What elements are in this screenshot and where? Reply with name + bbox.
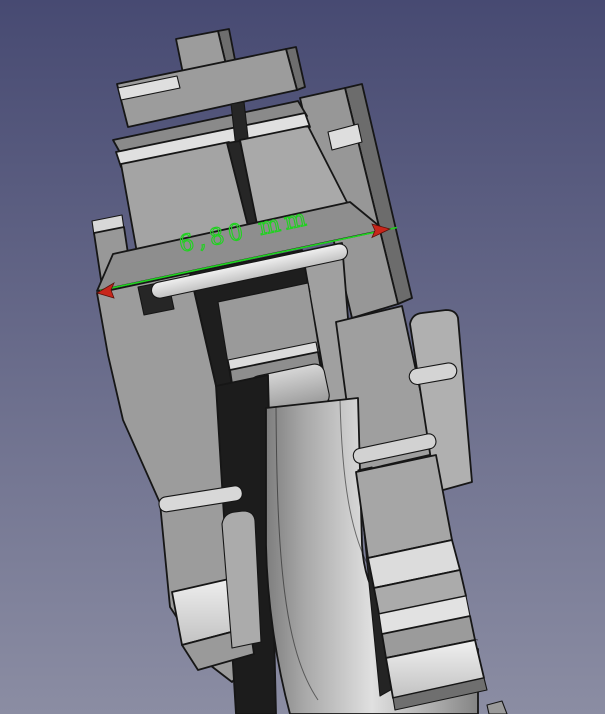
cad-viewport-window: 6,80 mm [0,0,605,714]
viewport-3d[interactable]: 6,80 mm [0,0,605,714]
